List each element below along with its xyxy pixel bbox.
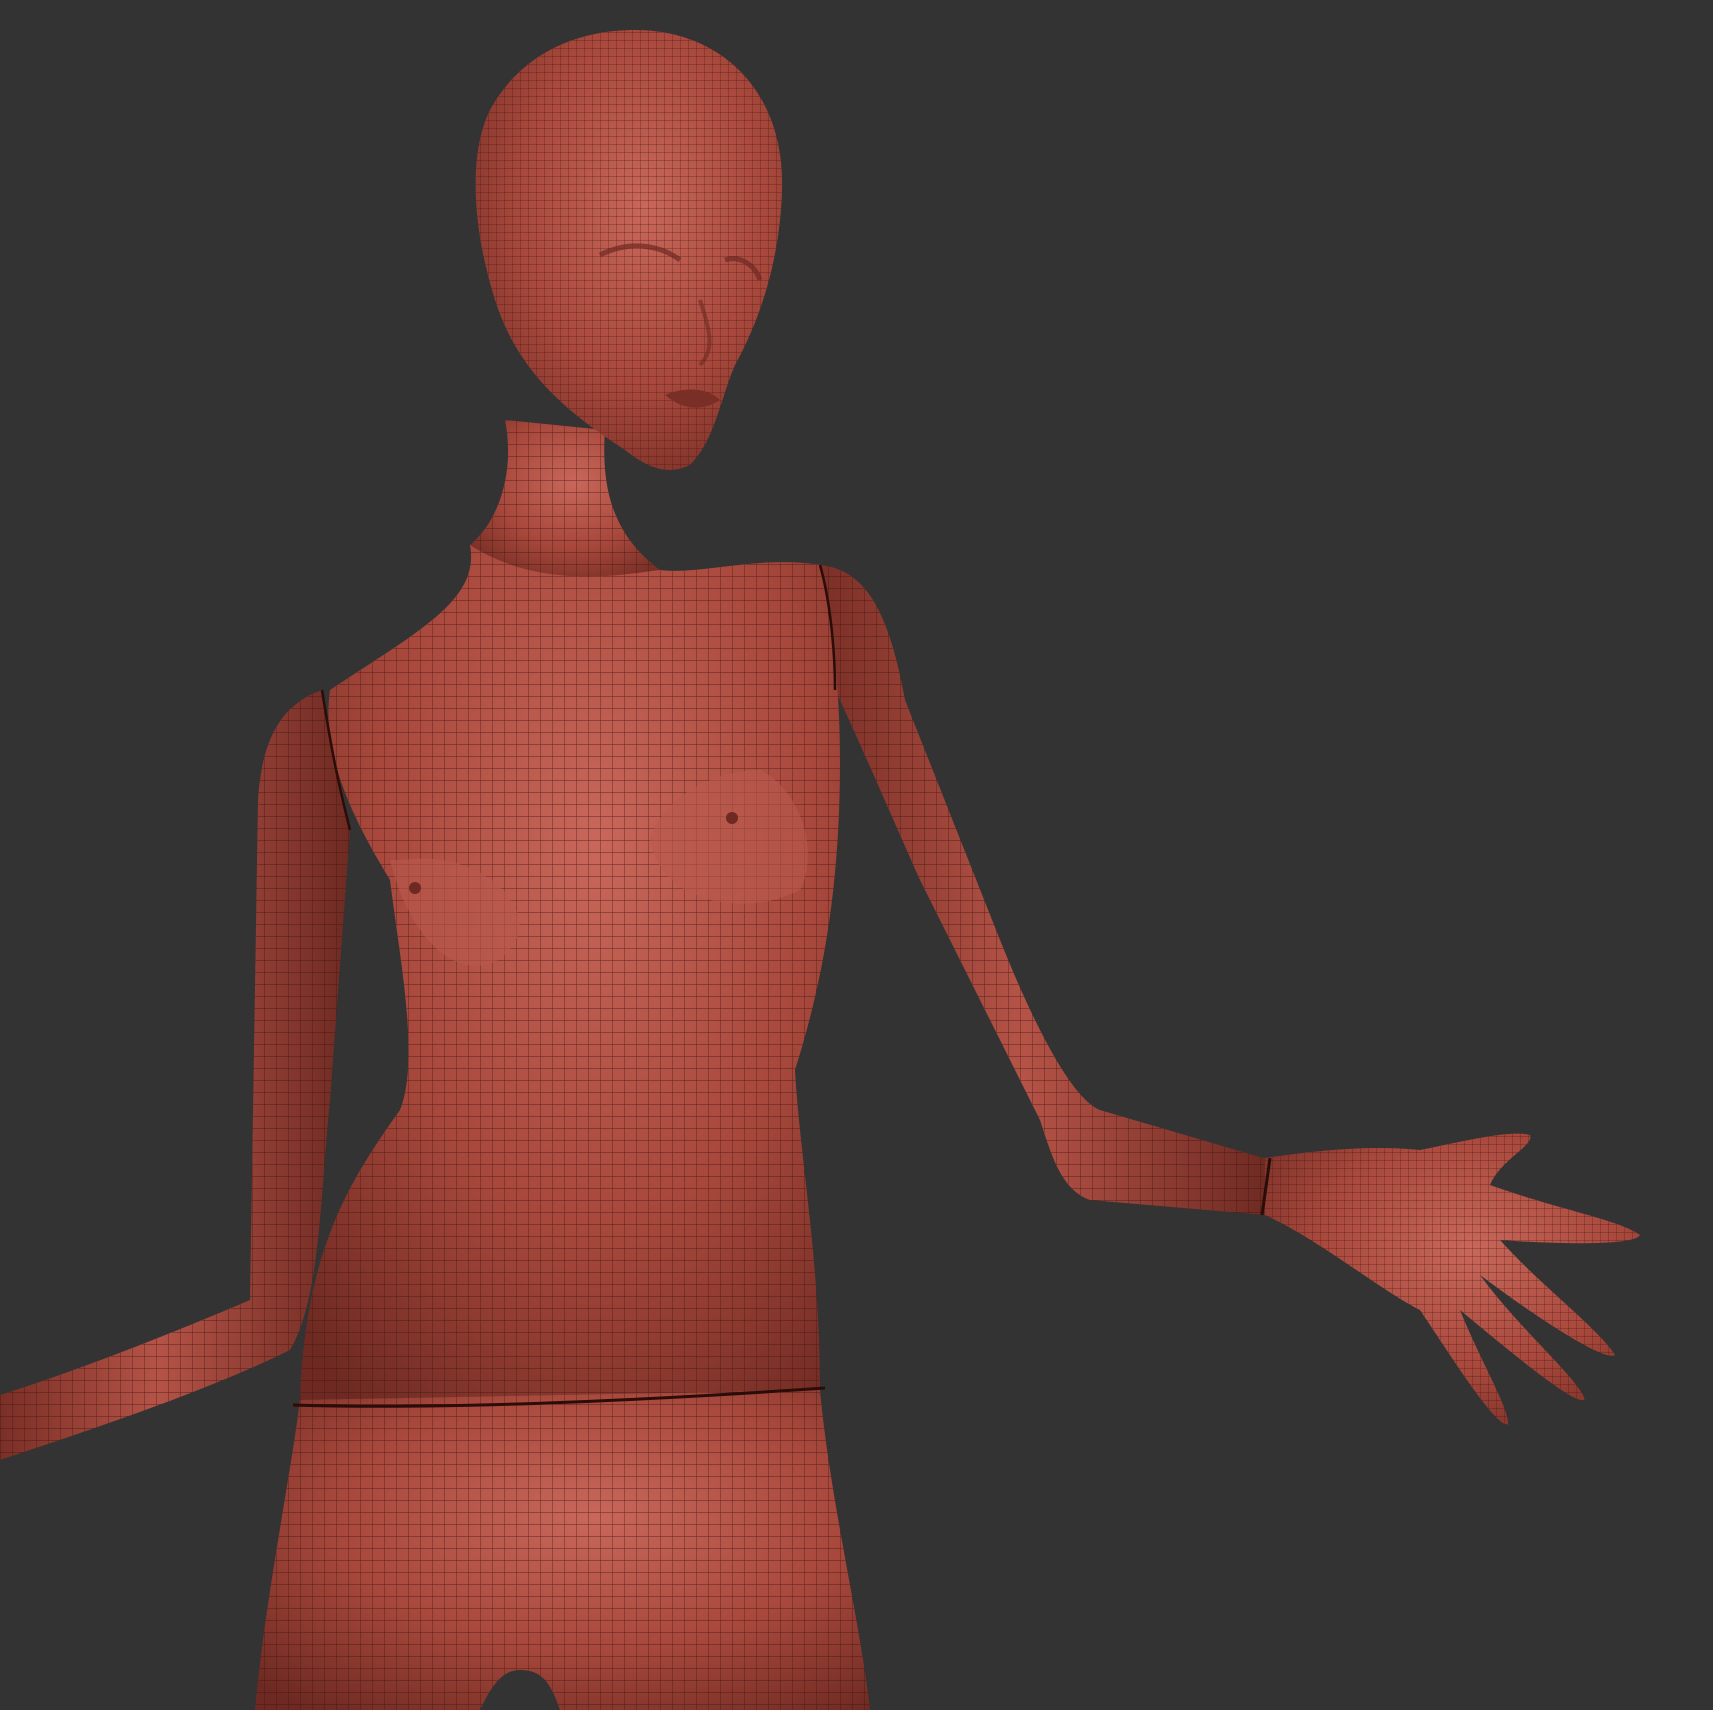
nipple-left: [726, 812, 738, 824]
viewport-canvas[interactable]: [0, 0, 1713, 1710]
left-hand: [1260, 1133, 1640, 1425]
right-arm: [0, 690, 350, 1460]
left-arm: [820, 565, 1270, 1215]
head: [475, 30, 783, 470]
mannequin-figure[interactable]: [0, 0, 1713, 1710]
nipple-right: [409, 882, 421, 894]
torso: [300, 470, 840, 1400]
pelvis: [255, 1386, 870, 1710]
